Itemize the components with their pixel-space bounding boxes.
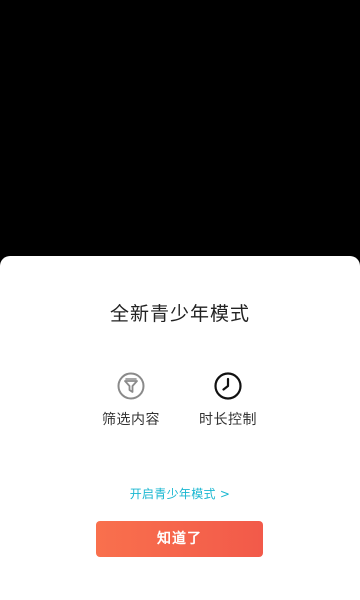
enable-teen-mode-link[interactable]: 开启青少年模式 > [0,486,360,502]
feature-time-control: 时长控制 [183,371,273,429]
filter-icon [117,372,145,400]
got-it-button[interactable]: 知道了 [96,521,263,557]
feature-filter-label: 筛选内容 [102,412,160,428]
dialog-title: 全新青少年模式 [109,303,250,325]
feature-filter-content: 筛选内容 [86,371,176,429]
teen-mode-dialog: 全新青少年模式 筛选内容 时长控制 开启青少年模式 > 知道了 [0,256,360,600]
screen: 全新青少年模式 筛选内容 时长控制 开启青少年模式 > 知道了 [0,0,360,600]
clock-icon [214,372,242,400]
feature-time-label: 时长控制 [199,412,257,428]
